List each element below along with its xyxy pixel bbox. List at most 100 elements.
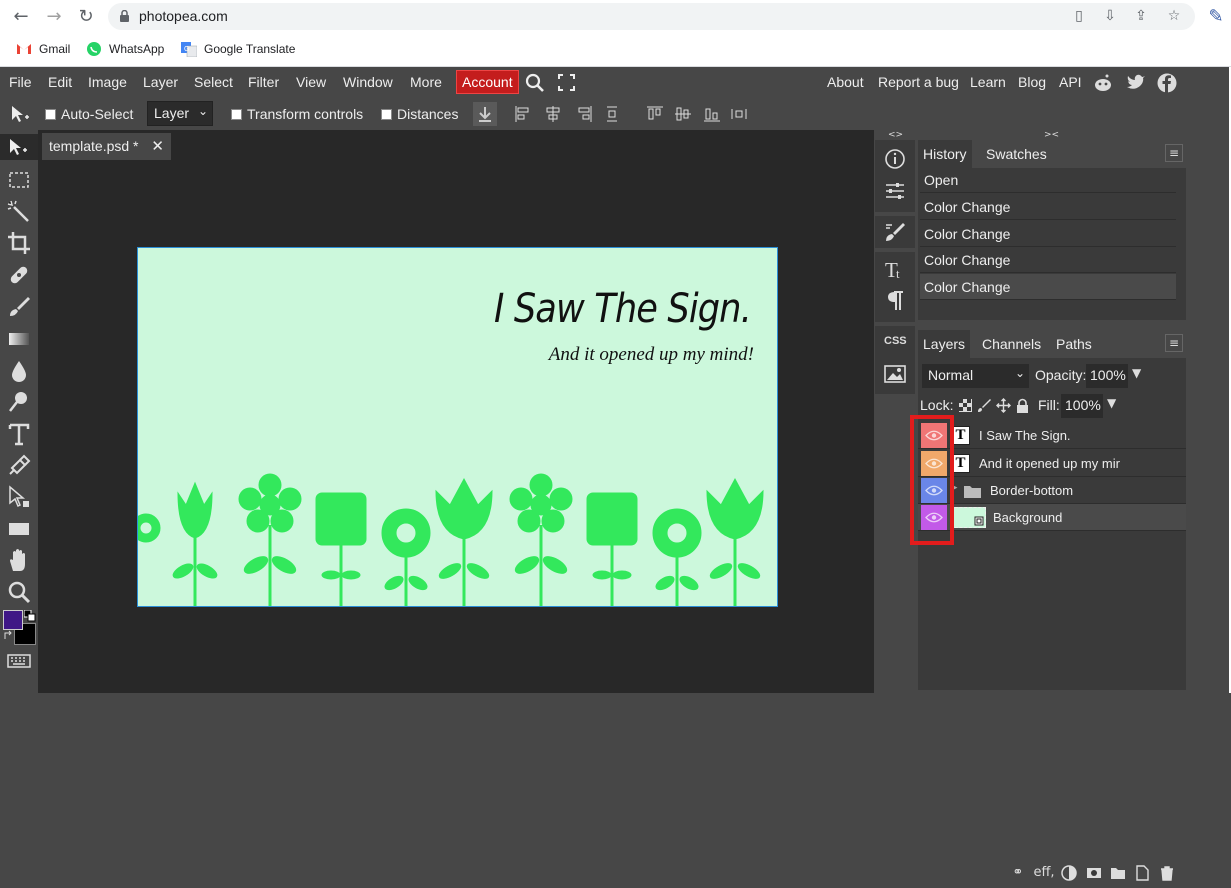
menu-edit[interactable]: Edit	[48, 74, 72, 90]
tab-swatches[interactable]: Swatches	[981, 140, 1052, 168]
panel-menu-icon[interactable]: ≡	[1165, 144, 1183, 162]
rectangle-tool-icon[interactable]	[6, 516, 32, 542]
brush-tool-icon[interactable]	[6, 294, 32, 320]
magic-wand-tool-icon[interactable]	[6, 199, 32, 225]
panel-menu-icon[interactable]: ≡	[1165, 334, 1183, 352]
back-icon[interactable]: ←	[10, 6, 32, 28]
address-bar[interactable]: photopea.com ▯ ⇩ ⇪ ☆	[108, 3, 1195, 30]
lock-all-icon[interactable]	[1015, 398, 1030, 413]
gradient-tool-icon[interactable]	[6, 326, 32, 352]
document-tab[interactable]: template.psd * ✕	[42, 133, 171, 160]
css-panel-button[interactable]: CSS	[884, 335, 907, 347]
zoom-tool-icon[interactable]	[6, 579, 32, 605]
align-right-icon[interactable]	[575, 105, 593, 123]
bookmark-whatsapp[interactable]: WhatsApp	[86, 40, 164, 58]
link-layers-icon[interactable]: ⚭	[1010, 865, 1026, 881]
character-icon[interactable]: Tt	[883, 257, 907, 281]
menu-filter[interactable]: Filter	[248, 74, 279, 90]
menu-more[interactable]: More	[410, 74, 442, 90]
new-group-icon[interactable]	[1110, 865, 1126, 881]
link-learn[interactable]: Learn	[970, 74, 1006, 90]
facebook-icon[interactable]	[1157, 73, 1177, 93]
swap-colors-icon[interactable]	[4, 630, 14, 640]
transform-controls-checkbox[interactable]	[231, 109, 242, 120]
history-row[interactable]: Color Change	[920, 221, 1176, 247]
menu-window[interactable]: Window	[343, 74, 393, 90]
link-about[interactable]: About	[827, 74, 864, 90]
layer-effects-button[interactable]: eff,	[1033, 865, 1055, 881]
forward-icon[interactable]: →	[43, 6, 65, 28]
align-middle-icon[interactable]	[674, 105, 692, 123]
type-tool-icon[interactable]	[6, 421, 32, 447]
lock-pixels-icon[interactable]	[977, 398, 992, 413]
delete-layer-icon[interactable]	[1159, 865, 1175, 881]
tab-layers[interactable]: Layers	[918, 330, 971, 358]
install-icon[interactable]: ⇩	[1102, 8, 1118, 24]
keyboard-icon[interactable]	[6, 648, 32, 674]
tab-channels[interactable]: Channels	[977, 330, 1046, 358]
image-icon[interactable]	[883, 362, 907, 386]
share-icon[interactable]: ⇪	[1133, 8, 1149, 24]
blur-tool-icon[interactable]	[6, 358, 32, 384]
canvas[interactable]: I Saw The Sign. And it opened up my mind…	[137, 247, 778, 607]
layer-mask-icon[interactable]	[1086, 865, 1102, 881]
path-select-tool-icon[interactable]	[6, 484, 32, 510]
opacity-input[interactable]: 100%	[1086, 364, 1128, 388]
history-row[interactable]: Color Change	[920, 247, 1176, 273]
align-center-h-icon[interactable]	[544, 105, 562, 123]
hand-tool-icon[interactable]	[6, 547, 32, 573]
menu-file[interactable]: File	[9, 74, 32, 90]
distances-checkbox[interactable]	[381, 109, 392, 120]
fill-input[interactable]: 100%	[1061, 394, 1103, 418]
info-icon[interactable]	[883, 147, 907, 171]
pen-tool-icon[interactable]	[6, 452, 32, 478]
opacity-dropdown-arrow-icon[interactable]: ▼	[1132, 366, 1141, 380]
extension-eyedropper-icon[interactable]: ✎	[1205, 6, 1227, 28]
layer-row[interactable]: T I Saw The Sign.	[918, 422, 1186, 449]
align-bottom-icon[interactable]	[703, 105, 721, 123]
auto-select-checkbox[interactable]	[45, 109, 56, 120]
paragraph-icon[interactable]	[883, 288, 907, 312]
reload-icon[interactable]: ↻	[75, 6, 97, 28]
layer-row[interactable]: ▸ Border-bottom	[918, 477, 1186, 504]
link-report-bug[interactable]: Report a bug	[878, 74, 959, 90]
reading-mode-icon[interactable]: ▯	[1071, 8, 1087, 24]
tab-paths[interactable]: Paths	[1051, 330, 1097, 358]
new-layer-icon[interactable]	[1134, 865, 1150, 881]
adjustment-layer-icon[interactable]	[1061, 865, 1077, 881]
default-colors-icon[interactable]	[24, 610, 36, 622]
download-align-button[interactable]	[473, 102, 497, 126]
menu-image[interactable]: Image	[88, 74, 127, 90]
reddit-icon[interactable]	[1093, 73, 1113, 93]
history-row[interactable]: Color Change	[920, 274, 1176, 300]
lock-transparency-icon[interactable]	[958, 398, 973, 413]
tab-history[interactable]: History	[918, 140, 972, 168]
move-tool-icon[interactable]	[10, 105, 32, 125]
menu-layer[interactable]: Layer	[143, 74, 178, 90]
distribute-h-icon[interactable]	[730, 105, 748, 123]
search-icon[interactable]	[525, 73, 545, 93]
menu-select[interactable]: Select	[194, 74, 233, 90]
move-tool[interactable]	[0, 134, 38, 160]
healing-brush-tool-icon[interactable]	[6, 262, 32, 288]
close-icon[interactable]: ✕	[151, 137, 164, 155]
layer-row[interactable]: T And it opened up my mir	[918, 450, 1186, 477]
fullscreen-icon[interactable]	[558, 74, 575, 91]
account-button[interactable]: Account	[456, 70, 519, 94]
collapse-arrows-icon[interactable]: ><	[1044, 130, 1059, 140]
auto-select-target-dropdown[interactable]: Layer ⌄	[147, 101, 213, 126]
fill-dropdown-arrow-icon[interactable]: ▼	[1107, 396, 1116, 410]
marquee-tool-icon[interactable]	[6, 167, 32, 193]
blend-mode-dropdown[interactable]: Normal ⌄	[922, 364, 1029, 388]
menu-view[interactable]: View	[296, 74, 326, 90]
align-top-icon[interactable]	[646, 105, 664, 123]
bookmark-google-translate[interactable]: G Google Translate	[181, 40, 295, 58]
brush-settings-icon[interactable]	[883, 220, 907, 244]
adjustments-icon[interactable]	[883, 179, 907, 203]
collapse-arrows-icon[interactable]: <>	[888, 130, 903, 140]
history-row[interactable]: Color Change	[920, 194, 1176, 220]
layer-row[interactable]: Background	[918, 504, 1186, 531]
dodge-tool-icon[interactable]	[6, 389, 32, 415]
bookmark-gmail[interactable]: Gmail	[16, 40, 70, 58]
crop-tool-icon[interactable]	[6, 230, 32, 256]
